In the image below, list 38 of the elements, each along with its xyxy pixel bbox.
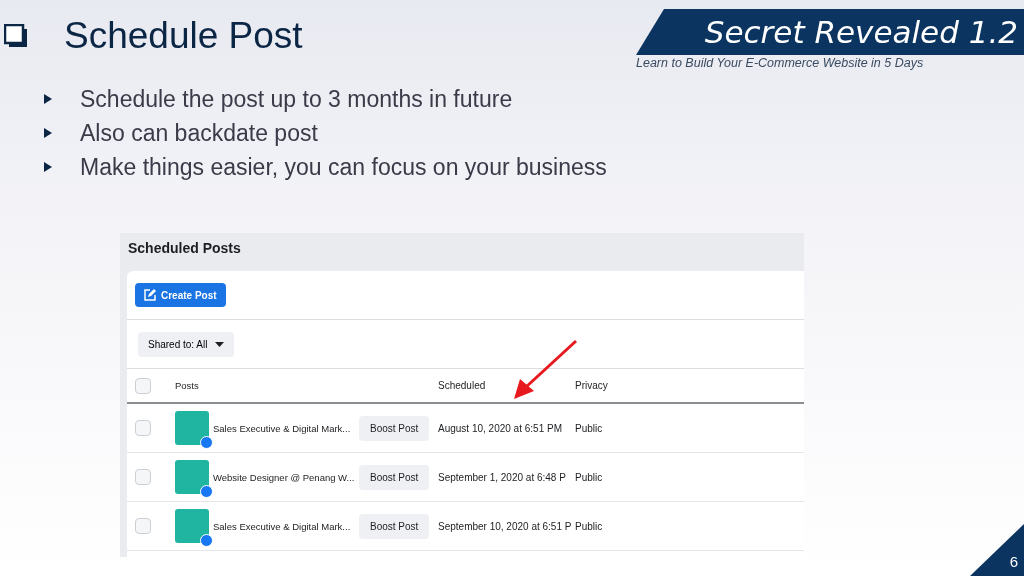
facebook-badge-icon [200, 485, 213, 498]
row-checkbox[interactable] [135, 518, 151, 534]
triangle-bullet-icon [44, 162, 52, 172]
caret-icon [215, 341, 225, 347]
page-number: 6 [1009, 553, 1018, 570]
post-title: Website Designer @ Penang W... [213, 471, 355, 483]
column-header: Posts [175, 380, 200, 391]
boost-post-button[interactable]: Boost Post [359, 513, 430, 539]
scheduled-date: September 1, 2020 at 6:48 P [438, 471, 567, 483]
facebook-badge-icon [200, 436, 213, 449]
boost-post-button[interactable]: Boost Post [359, 464, 430, 490]
shared-to-dropdown[interactable]: Shared to: All [138, 331, 235, 357]
triangle-bullet-icon [44, 94, 52, 104]
create-post-button[interactable]: Create Post [135, 283, 226, 307]
scheduled-date: September 10, 2020 at 6:51 P [438, 520, 573, 532]
select-all-checkbox[interactable] [135, 377, 151, 394]
bullet-text: Also can backdate post [80, 119, 318, 147]
triangle-bullet-icon [44, 128, 52, 138]
row-checkbox[interactable] [135, 420, 151, 436]
bullet-text: Make things easier, you can focus on your business [80, 153, 607, 181]
column-header: Scheduled [438, 380, 487, 391]
privacy-label: Public [575, 422, 604, 434]
row-checkbox[interactable] [135, 469, 151, 485]
column-header: Privacy [575, 380, 609, 391]
page-heading: Scheduled Posts [127, 239, 242, 258]
banner-title: Secret Revealed 1.2 [704, 14, 1018, 50]
checkbox-bullet-icon [4, 24, 28, 48]
facebook-badge-icon [200, 534, 213, 547]
edit-icon [144, 289, 156, 301]
privacy-label: Public [575, 520, 604, 532]
banner-subtitle: Learn to Build Your E-Commerce Website in 5 Days [636, 56, 924, 70]
privacy-label: Public [575, 471, 604, 483]
post-title: Sales Executive & Digital Mark... [213, 422, 351, 434]
bullet-text: Schedule the post up to 3 months in future [80, 85, 513, 113]
post-title: Sales Executive & Digital Mark... [213, 520, 351, 532]
boost-post-button[interactable]: Boost Post [359, 415, 430, 441]
slide-title: Schedule Post [64, 15, 303, 57]
scheduled-date: August 10, 2020 at 6:51 PM [438, 422, 563, 434]
